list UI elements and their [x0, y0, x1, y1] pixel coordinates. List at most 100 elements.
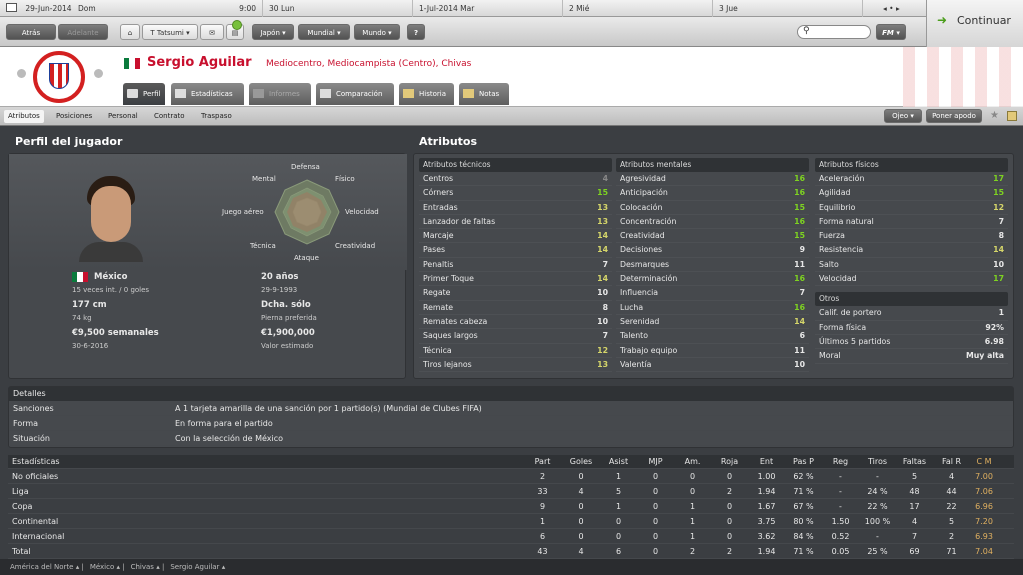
attribute-row[interactable]: Decisiones 9 — [616, 243, 809, 258]
table-row[interactable]: Total 43 4 6 0 2 2 1.94 71 % 0.05 25 % 69 71 7.04 — [8, 544, 1014, 559]
attribute-row[interactable]: Resistencia 14 — [815, 243, 1008, 258]
statistics-column-header[interactable]: Asist — [600, 455, 637, 468]
attribute-row[interactable]: Velocidad 17 — [815, 272, 1008, 287]
attribute-row[interactable]: Salto 10 — [815, 258, 1008, 273]
home-icon[interactable]: ⌂ — [120, 24, 140, 40]
tab-comparison[interactable]: Comparación — [316, 83, 394, 105]
day-cell[interactable]: 3 Jue — [713, 0, 863, 17]
statistics-column-header[interactable]: Roja — [711, 455, 748, 468]
subnav-attributes[interactable]: Atributos — [4, 110, 44, 123]
statistics-column-header[interactable]: Faltas — [896, 455, 933, 468]
fm-menu-button[interactable]: FM ▾ — [876, 24, 906, 40]
forward-button[interactable]: Adelante — [58, 24, 108, 40]
world-menu[interactable]: Mundo ▾ — [354, 24, 400, 40]
attribute-row[interactable]: Trabajo equipo 11 — [616, 344, 809, 358]
statistics-column-header[interactable]: Estadísticas — [8, 455, 523, 468]
statistics-column-header[interactable]: Tiros — [859, 455, 896, 468]
attribute-row[interactable]: Calif. de portero 1 — [815, 306, 1008, 321]
attribute-row[interactable]: Anticipación 16 — [616, 186, 809, 201]
statistics-column-header[interactable]: Ent — [748, 455, 785, 468]
attribute-row[interactable]: Moral Muy alta — [815, 349, 1008, 364]
scout-button[interactable]: Ojeo ▾ — [884, 109, 922, 123]
table-row[interactable]: Liga 33 4 5 0 0 2 1.94 71 % - 24 % 48 44 7.06 — [8, 484, 1014, 499]
note-icon[interactable] — [1007, 111, 1017, 121]
nickname-button[interactable]: Poner apodo — [926, 109, 982, 123]
attribute-row[interactable]: Primer Toque 14 — [419, 272, 612, 287]
subnav-contract[interactable]: Contrato — [150, 110, 189, 123]
attribute-row[interactable]: Determinación 16 — [616, 272, 809, 287]
continue-button[interactable]: ➜ Continuar — [926, 0, 1023, 47]
table-row[interactable]: No oficiales 2 0 1 0 0 0 1.00 62 % - - 5 4 7.00 — [8, 469, 1014, 484]
statistics-column-header[interactable]: Goles — [562, 455, 600, 468]
tab-profile[interactable]: Perfil — [123, 83, 165, 105]
attribute-row[interactable]: Tiros lejanos 13 — [419, 358, 612, 373]
attribute-row[interactable]: Marcaje 14 — [419, 229, 612, 244]
breadcrumb-item[interactable]: Chivas ▴ | — [131, 563, 165, 571]
inbox-icon[interactable]: ✉ — [200, 24, 224, 40]
previous-icon[interactable] — [17, 69, 26, 78]
attribute-row[interactable]: Influencia 7 — [616, 286, 809, 301]
japan-menu[interactable]: Japón ▾ — [252, 24, 294, 40]
star-icon[interactable]: ★ — [990, 110, 999, 121]
breadcrumb-item[interactable]: México ▴ | — [90, 563, 125, 571]
subnav-positions[interactable]: Posiciones — [52, 110, 96, 123]
current-date-cell[interactable]: 29-Jun-2014 Dom 9:00 — [0, 0, 263, 17]
attribute-row[interactable]: Saques largos 7 — [419, 329, 612, 344]
attribute-row[interactable]: Forma natural 7 — [815, 215, 1008, 230]
next-icon[interactable] — [94, 69, 103, 78]
manager-menu[interactable]: T Tatsumi ▾ — [142, 24, 198, 40]
attribute-row[interactable]: Pases 14 — [419, 243, 612, 258]
attribute-row[interactable]: Aceleración 17 — [815, 172, 1008, 187]
search-input[interactable]: ⚲ — [797, 25, 871, 39]
table-row[interactable]: Internacional 6 0 0 0 1 0 3.62 84 % 0.52 - 7 2 6.93 — [8, 529, 1014, 544]
attribute-row[interactable]: Agilidad 15 — [815, 186, 1008, 201]
statistics-column-header[interactable]: MJP — [637, 455, 674, 468]
day-cell[interactable]: 2 Mié — [563, 0, 713, 17]
attribute-row[interactable]: Creatividad 15 — [616, 229, 809, 244]
subnav-transfer[interactable]: Traspaso — [197, 110, 236, 123]
attribute-row[interactable]: Lucha 16 — [616, 301, 809, 315]
attribute-row[interactable]: Concentración 16 — [616, 215, 809, 230]
attribute-row[interactable]: Penaltis 7 — [419, 258, 612, 273]
tab-history[interactable]: Historia — [399, 83, 454, 105]
attribute-row[interactable]: Centros 4 — [419, 172, 612, 187]
attribute-row[interactable]: Fuerza 8 — [815, 229, 1008, 244]
statistics-column-header[interactable]: Fal R — [933, 455, 970, 468]
day-cell[interactable]: 1-Jul-2014 Mar — [413, 0, 563, 17]
help-button[interactable]: ? — [407, 24, 425, 40]
statistics-column-header[interactable]: Part — [523, 455, 562, 468]
attribute-row[interactable]: Serenidad 14 — [616, 315, 809, 330]
arrow-left-icon[interactable]: ◂ — [883, 4, 887, 13]
attribute-row[interactable]: Forma física 92% — [815, 321, 1008, 335]
subnav-personal[interactable]: Personal — [104, 110, 142, 123]
attribute-row[interactable]: Regate 10 — [419, 286, 612, 301]
day-cell[interactable]: 30 Lun — [263, 0, 413, 17]
breadcrumb-item[interactable]: Sergio Aguilar ▴ — [170, 563, 225, 571]
statistics-column-header[interactable]: Am. — [674, 455, 711, 468]
breadcrumb-item[interactable]: América del Norte ▴ | — [10, 563, 84, 571]
tab-notes[interactable]: Notas — [459, 83, 509, 105]
attribute-row[interactable]: Agresividad 16 — [616, 172, 809, 187]
tab-statistics[interactable]: Estadísticas — [171, 83, 244, 105]
statistics-column-header[interactable]: C M — [970, 455, 998, 468]
attribute-row[interactable]: Desmarques 11 — [616, 258, 809, 273]
attribute-row[interactable]: Remate 8 — [419, 301, 612, 315]
world-cup-menu[interactable]: Mundial ▾ — [298, 24, 350, 40]
attribute-row[interactable]: Colocación 15 — [616, 201, 809, 215]
attribute-row[interactable]: Remates cabeza 10 — [419, 315, 612, 330]
attribute-row[interactable]: Talento 6 — [616, 329, 809, 344]
attribute-row[interactable]: Valentía 10 — [616, 358, 809, 373]
attribute-row[interactable]: Entradas 13 — [419, 201, 612, 215]
tab-reports[interactable]: Informes — [249, 83, 311, 105]
attribute-row[interactable]: Lanzador de faltas 13 — [419, 215, 612, 230]
back-button[interactable]: Atrás — [6, 24, 56, 40]
attribute-row[interactable]: Últimos 5 partidos 6.98 — [815, 335, 1008, 350]
table-row[interactable]: Continental 1 0 0 0 1 0 3.75 80 % 1.50 100 % 4 5 7.20 — [8, 514, 1014, 529]
arrow-right-icon[interactable]: ▸ — [896, 4, 900, 13]
attribute-row[interactable]: Técnica 12 — [419, 344, 612, 358]
attribute-row[interactable]: Equilibrio 12 — [815, 201, 1008, 215]
attribute-row[interactable]: Córners 15 — [419, 186, 612, 201]
statistics-column-header[interactable]: Reg — [822, 455, 859, 468]
table-row[interactable]: Copa 9 0 1 0 1 0 1.67 67 % - 22 % 17 22 6.96 — [8, 499, 1014, 514]
statistics-column-header[interactable]: Pas P — [785, 455, 822, 468]
